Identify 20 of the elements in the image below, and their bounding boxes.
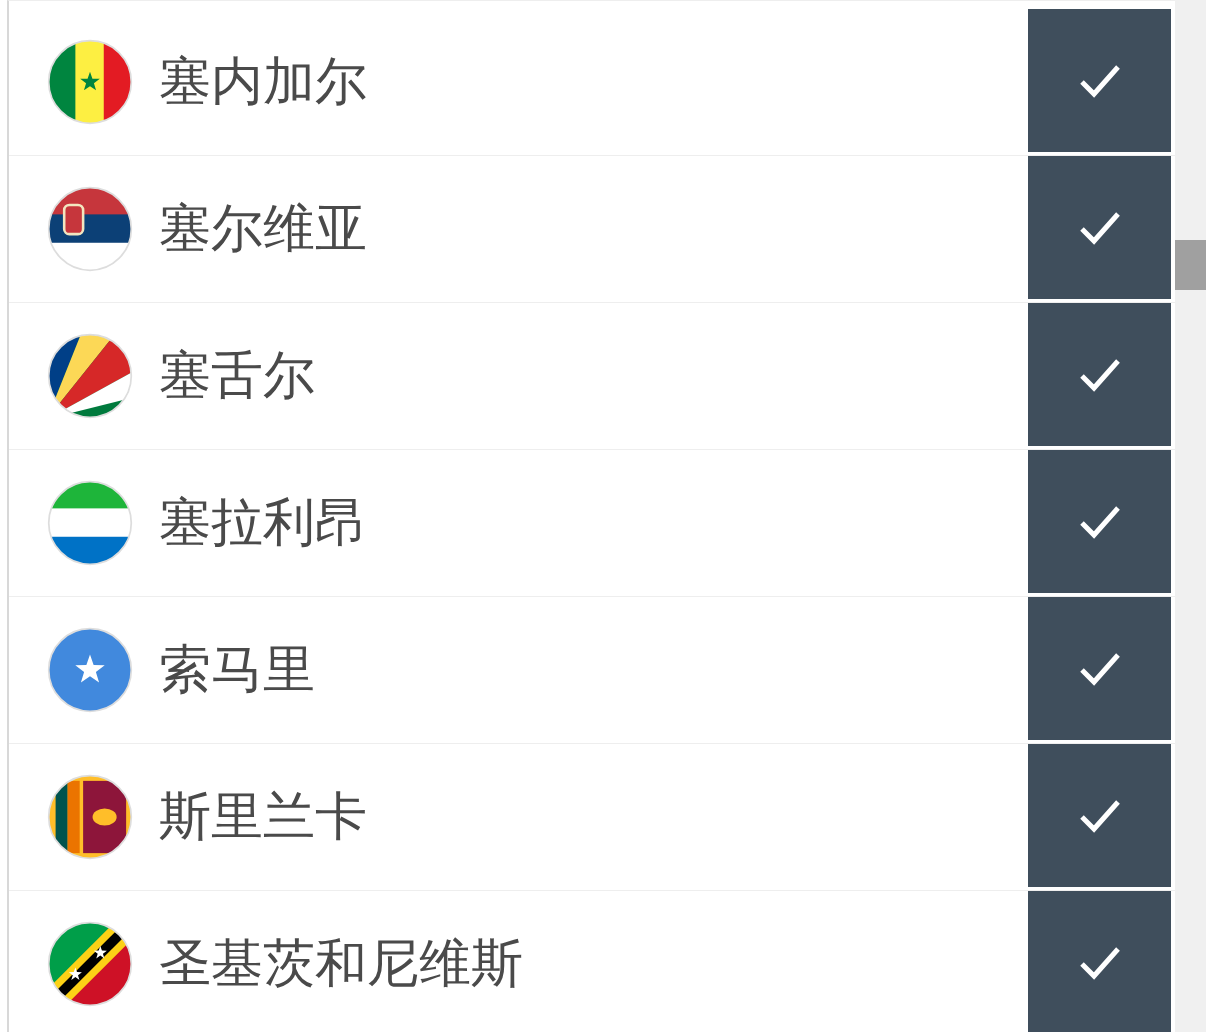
country-name: 塞内加尔 <box>159 50 368 113</box>
flag-icon <box>47 921 133 1007</box>
check-button[interactable] <box>1028 744 1171 890</box>
country-name: 索马里 <box>159 638 316 701</box>
flag-icon <box>47 39 133 125</box>
country-name: 斯里兰卡 <box>159 785 368 848</box>
check-button[interactable] <box>1028 156 1171 302</box>
check-button[interactable] <box>1028 9 1171 155</box>
flag-icon <box>47 186 133 272</box>
check-button[interactable] <box>1028 891 1171 1032</box>
scrollbar-thumb[interactable] <box>1175 240 1206 290</box>
country-name: 塞尔维亚 <box>159 197 368 260</box>
country-name: 圣基茨和尼维斯 <box>159 932 524 995</box>
country-name: 塞拉利昂 <box>159 491 368 554</box>
check-button[interactable] <box>1028 303 1171 449</box>
check-button[interactable] <box>1028 597 1171 743</box>
country-name: 塞舌尔 <box>159 344 316 407</box>
check-button[interactable] <box>1028 450 1171 596</box>
flag-icon <box>47 480 133 566</box>
scrollbar[interactable] <box>1175 0 1206 1032</box>
